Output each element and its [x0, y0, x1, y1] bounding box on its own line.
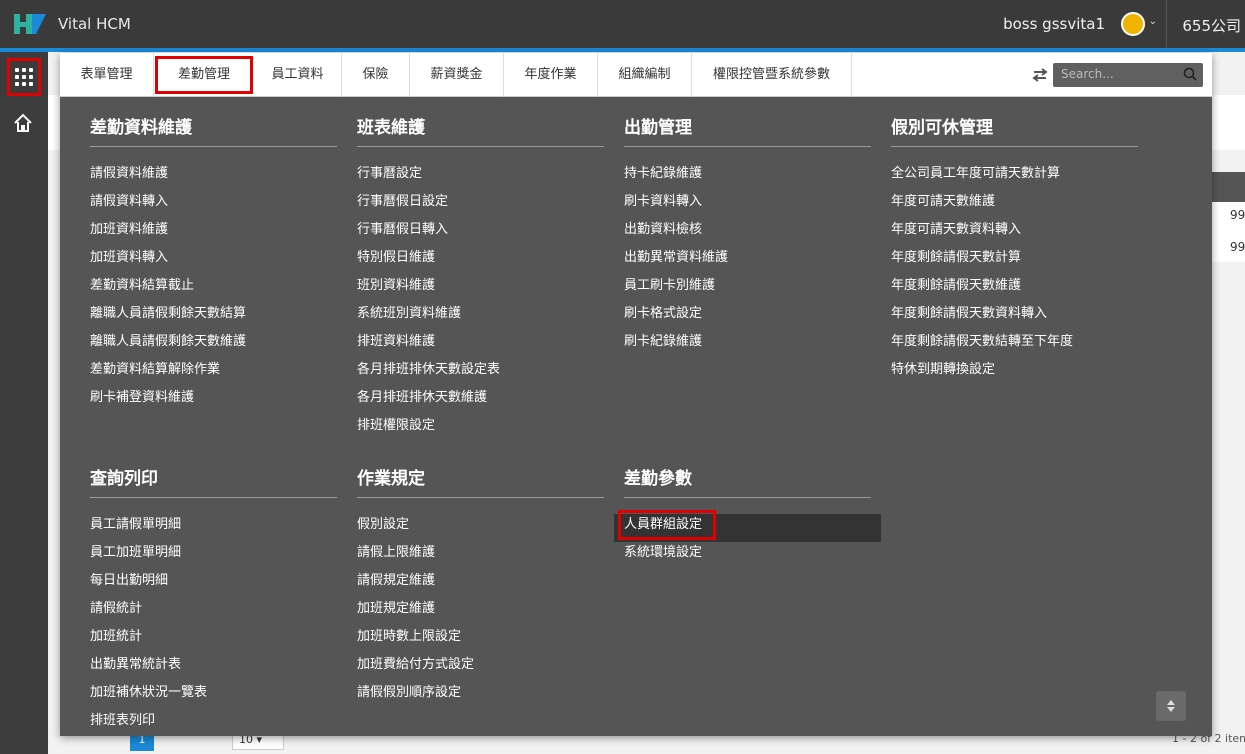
menu-item[interactable]: 加班費給付方式設定 — [357, 654, 604, 682]
background-cell: 99 — [1230, 240, 1245, 254]
tab-annual-operations[interactable]: 年度作業 — [504, 53, 598, 97]
user-name[interactable]: boss gssvita1 — [1003, 15, 1105, 33]
menu-column-schedule: 班表維護 行事曆設定 行事曆假日設定 行事曆假日轉入 特別假日維護 班別資料維護… — [357, 113, 604, 443]
menu-item[interactable]: 員工請假單明細 — [90, 514, 337, 542]
tab-permission-system-params[interactable]: 權限控管暨系統參數 — [692, 53, 852, 97]
menu-column-leave-entitlement: 假別可休管理 全公司員工年度可請天數計算 年度可請天數維護 年度可請天數資料轉入… — [891, 113, 1138, 387]
menu-item[interactable]: 離職人員請假剩餘天數結算 — [90, 303, 337, 331]
column-title: 差勤參數 — [624, 464, 871, 498]
menu-item[interactable]: 持卡紀錄維護 — [624, 163, 871, 191]
menu-item[interactable]: 差勤資料結算截止 — [90, 275, 337, 303]
highlight-box — [618, 510, 716, 540]
column-title: 班表維護 — [357, 113, 604, 147]
column-title: 作業規定 — [357, 464, 604, 498]
menu-item[interactable]: 排班表列印 — [90, 710, 337, 738]
sort-icon — [1167, 700, 1175, 712]
menu-item[interactable]: 加班資料轉入 — [90, 247, 337, 275]
menu-item[interactable]: 出勤資料檢核 — [624, 219, 871, 247]
menu-item[interactable]: 年度剩餘請假天數資料轉入 — [891, 303, 1138, 331]
chevron-down-icon[interactable]: ⌄ — [1149, 16, 1157, 27]
menu-item[interactable]: 離職人員請假剩餘天數維護 — [90, 331, 337, 359]
column-title: 出勤管理 — [624, 113, 871, 147]
mega-menu: 表單管理 差勤管理 員工資料 保險 薪資獎金 年度作業 組織編制 權限控管暨系統… — [60, 53, 1212, 736]
app-title: Vital HCM — [58, 15, 131, 33]
apps-menu-button[interactable] — [7, 58, 41, 96]
grid-icon — [15, 68, 33, 86]
menu-item[interactable]: 各月排班排休天數維護 — [357, 387, 604, 415]
menu-item[interactable]: 請假統計 — [90, 598, 337, 626]
menu-column-query-print: 查詢列印 員工請假單明細 員工加班單明細 每日出勤明細 請假統計 加班統計 出勤… — [90, 464, 337, 738]
column-title: 差勤資料維護 — [90, 113, 337, 147]
tab-attendance-management[interactable]: 差勤管理 — [155, 56, 253, 94]
menu-item[interactable]: 請假規定維護 — [357, 570, 604, 598]
left-rail — [0, 52, 48, 754]
menu-item[interactable]: 行事曆假日轉入 — [357, 219, 604, 247]
menu-item[interactable]: 刷卡資料轉入 — [624, 191, 871, 219]
tab-employee-data[interactable]: 員工資料 — [254, 53, 342, 97]
menu-item[interactable]: 特休到期轉換設定 — [891, 359, 1138, 387]
background-cell: 99 — [1230, 208, 1245, 222]
menu-item[interactable]: 年度可請天數維護 — [891, 191, 1138, 219]
menu-item[interactable]: 加班規定維護 — [357, 598, 604, 626]
menu-item[interactable]: 刷卡補登資料維護 — [90, 387, 337, 415]
menu-item[interactable]: 出勤異常統計表 — [90, 654, 337, 682]
home-icon[interactable] — [12, 112, 34, 134]
menu-item[interactable]: 請假上限維護 — [357, 542, 604, 570]
scroll-toggle-button[interactable] — [1156, 691, 1186, 721]
menu-item[interactable]: 排班權限設定 — [357, 415, 604, 443]
menu-item[interactable]: 加班補休狀況一覽表 — [90, 682, 337, 710]
menu-column-operation-rules: 作業規定 假別設定 請假上限維護 請假規定維護 加班規定維護 加班時數上限設定 … — [357, 464, 604, 710]
menu-item[interactable]: 年度可請天數資料轉入 — [891, 219, 1138, 247]
search-input[interactable]: Search... — [1053, 63, 1203, 87]
menu-item[interactable]: 加班資料維護 — [90, 219, 337, 247]
menu-column-attendance-params: 差勤參數 人員群組設定 系統環境設定 — [614, 464, 881, 570]
swap-icon[interactable] — [1030, 65, 1050, 85]
search-icon[interactable] — [1183, 67, 1197, 81]
menu-item[interactable]: 刷卡紀錄維護 — [624, 331, 871, 359]
menu-tab-bar: 表單管理 差勤管理 員工資料 保險 薪資獎金 年度作業 組織編制 權限控管暨系統… — [60, 53, 1212, 97]
menu-item[interactable]: 系統班別資料維護 — [357, 303, 604, 331]
menu-item[interactable]: 特別假日維護 — [357, 247, 604, 275]
background-table-header — [1210, 172, 1245, 202]
avatar[interactable] — [1121, 12, 1145, 36]
menu-item[interactable]: 刷卡格式設定 — [624, 303, 871, 331]
top-bar: Vital HCM boss gssvita1 ⌄ 655公司 — [0, 0, 1245, 48]
tab-insurance[interactable]: 保險 — [342, 53, 410, 97]
menu-item[interactable]: 各月排班排休天數設定表 — [357, 359, 604, 387]
menu-item[interactable]: 假別設定 — [357, 514, 604, 542]
menu-item[interactable]: 加班時數上限設定 — [357, 626, 604, 654]
menu-column-attendance-management: 出勤管理 持卡紀錄維護 刷卡資料轉入 出勤資料檢核 出勤異常資料維護 員工刷卡別… — [624, 113, 871, 359]
menu-item[interactable]: 每日出勤明細 — [90, 570, 337, 598]
menu-item[interactable]: 請假資料轉入 — [90, 191, 337, 219]
menu-item[interactable]: 年度剩餘請假天數結轉至下年度 — [891, 331, 1138, 359]
menu-item[interactable]: 年度剩餘請假天數維護 — [891, 275, 1138, 303]
tab-organization[interactable]: 組織編制 — [598, 53, 692, 97]
menu-item[interactable]: 行事曆假日設定 — [357, 191, 604, 219]
menu-column-attendance-data: 差勤資料維護 請假資料維護 請假資料轉入 加班資料維護 加班資料轉入 差勤資料結… — [90, 113, 337, 415]
menu-item[interactable]: 加班統計 — [90, 626, 337, 654]
tab-payroll-bonus[interactable]: 薪資獎金 — [410, 53, 504, 97]
menu-item[interactable]: 全公司員工年度可請天數計算 — [891, 163, 1138, 191]
menu-item-personnel-group-settings[interactable]: 人員群組設定 — [614, 510, 881, 542]
column-title: 假別可休管理 — [891, 113, 1138, 147]
logo-icon — [14, 14, 46, 34]
menu-item[interactable]: 班別資料維護 — [357, 275, 604, 303]
menu-item[interactable]: 請假假別順序設定 — [357, 682, 604, 710]
menu-item[interactable]: 出勤異常資料維護 — [624, 247, 871, 275]
divider — [1166, 0, 1167, 48]
accent-line — [0, 48, 1245, 52]
menu-item[interactable]: 行事曆設定 — [357, 163, 604, 191]
menu-item[interactable]: 請假資料維護 — [90, 163, 337, 191]
menu-item[interactable]: 年度剩餘請假天數計算 — [891, 247, 1138, 275]
menu-item[interactable]: 員工加班單明細 — [90, 542, 337, 570]
company-name[interactable]: 655公司 — [1182, 15, 1241, 36]
tab-form-management[interactable]: 表單管理 — [60, 53, 154, 97]
menu-item[interactable]: 員工刷卡別維護 — [624, 275, 871, 303]
search-placeholder: Search... — [1061, 67, 1114, 81]
menu-item[interactable]: 差勤資料結算解除作業 — [90, 359, 337, 387]
column-title: 查詢列印 — [90, 464, 337, 498]
menu-item[interactable]: 排班資料維護 — [357, 331, 604, 359]
menu-item[interactable]: 系統環境設定 — [624, 542, 871, 570]
